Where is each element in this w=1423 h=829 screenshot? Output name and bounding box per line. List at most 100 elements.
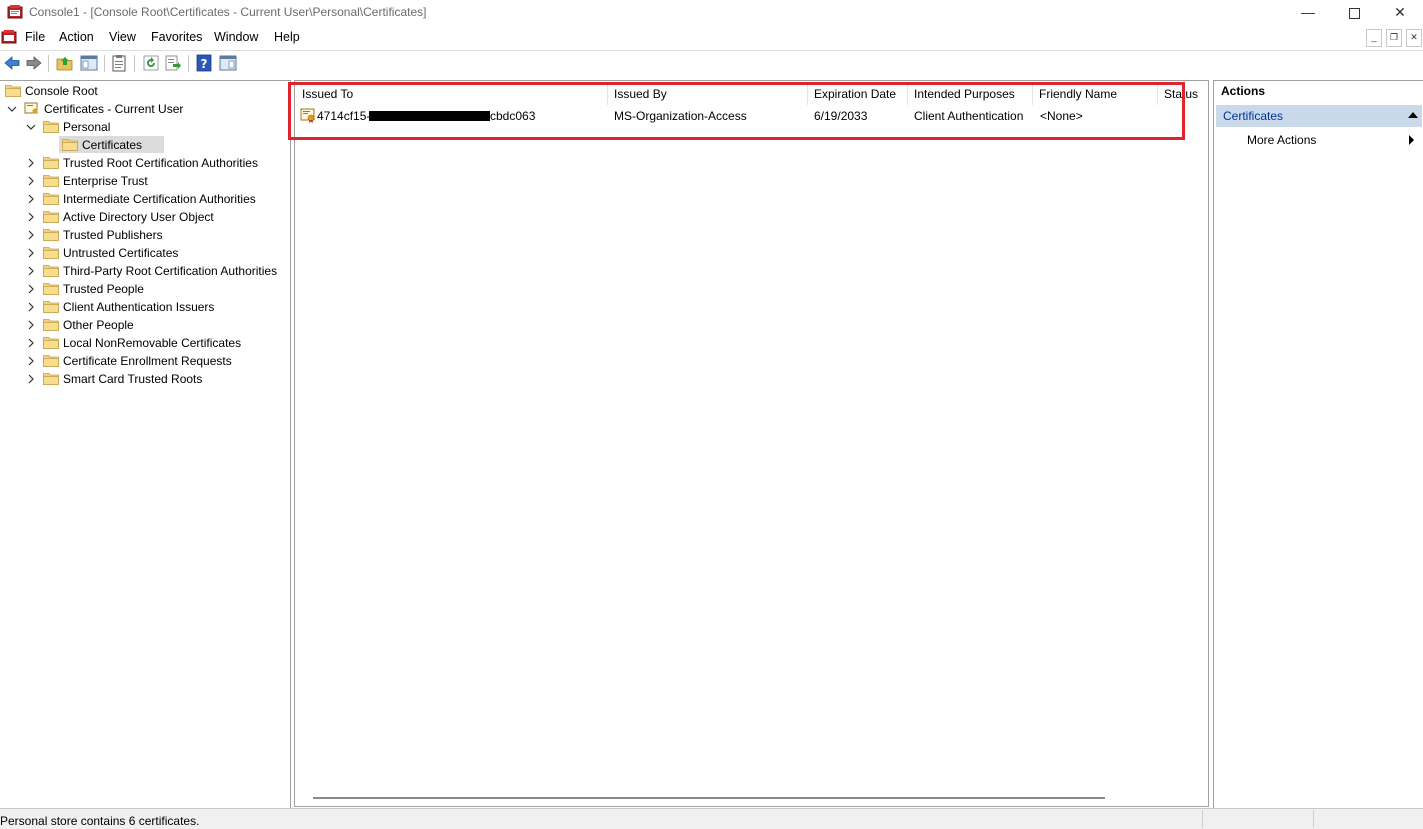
tree-item[interactable]: Console Root — [0, 82, 289, 100]
chevron-right-icon[interactable] — [26, 208, 36, 226]
back-icon[interactable] — [3, 54, 21, 72]
chevron-right-icon[interactable] — [26, 334, 36, 352]
chevron-right-icon[interactable] — [26, 352, 36, 370]
title-bar: Console1 - [Console Root\Certificates - … — [0, 0, 1423, 26]
folder-icon — [62, 139, 78, 151]
close-icon: ✕ — [1410, 32, 1418, 42]
tree-item-label: Certificates — [82, 138, 143, 152]
child-minimize-button[interactable]: _ — [1366, 29, 1382, 47]
menu-favorites[interactable]: Favorites — [151, 30, 202, 44]
tree-item-label: Trusted Publishers — [63, 228, 163, 242]
tree-item[interactable]: Certificates — [0, 136, 289, 154]
actions-section-certificates[interactable]: Certificates — [1216, 105, 1422, 127]
close-icon: ✕ — [1394, 4, 1406, 20]
show-hide-tree-icon[interactable] — [80, 54, 98, 72]
folder-icon — [43, 373, 59, 385]
tree-item[interactable]: Certificate Enrollment Requests — [0, 352, 289, 370]
chevron-right-icon[interactable] — [26, 190, 36, 208]
maximize-icon — [1348, 7, 1360, 19]
menu-window[interactable]: Window — [214, 30, 258, 44]
export-list-icon[interactable] — [110, 54, 128, 72]
tree-item-label: Personal — [63, 120, 111, 134]
tree-item[interactable]: Local NonRemovable Certificates — [0, 334, 289, 352]
tree-item[interactable]: Personal — [0, 118, 289, 136]
window-title: Console1 - [Console Root\Certificates - … — [29, 5, 427, 19]
tree-item[interactable]: Active Directory User Object — [0, 208, 289, 226]
console-tree-pane: Console Root Certificates - Current User P… — [0, 80, 291, 808]
toolbar-separator — [104, 55, 105, 72]
tree-item[interactable]: Certificates - Current User — [0, 100, 289, 118]
actions-title: Actions — [1221, 84, 1266, 98]
up-folder-icon[interactable] — [56, 54, 74, 72]
folder-icon — [43, 265, 59, 277]
toolbar: ? — [0, 50, 1423, 76]
tree-item-label: Certificate Enrollment Requests — [63, 354, 232, 368]
tree-item[interactable]: Smart Card Trusted Roots — [0, 370, 289, 388]
show-hide-action-pane-icon[interactable] — [219, 54, 237, 72]
tree-item-label: Intermediate Certification Authorities — [63, 192, 256, 206]
menu-help[interactable]: Help — [274, 30, 300, 44]
chevron-right-icon[interactable] — [26, 244, 36, 262]
tree-item[interactable]: Trusted Root Certification Authorities — [0, 154, 289, 172]
chevron-right-icon[interactable] — [26, 154, 36, 172]
child-restore-button[interactable]: ❐ — [1386, 29, 1402, 47]
tree-item[interactable]: Client Authentication Issuers — [0, 298, 289, 316]
svg-text:?: ? — [201, 57, 208, 71]
actions-pane: Actions Certificates More Actions — [1213, 80, 1423, 808]
help-icon[interactable]: ? — [195, 54, 213, 72]
status-divider — [1313, 810, 1314, 828]
status-divider — [1202, 810, 1203, 828]
horizontal-scrollbar[interactable] — [313, 797, 1105, 799]
minimize-icon: _ — [1371, 32, 1377, 42]
minimize-button[interactable]: — — [1285, 0, 1331, 26]
chevron-right-icon[interactable] — [26, 262, 36, 280]
tree-item-label: Local NonRemovable Certificates — [63, 336, 242, 350]
child-close-button[interactable]: ✕ — [1406, 29, 1422, 47]
folder-icon — [43, 211, 59, 223]
tree-item[interactable]: Enterprise Trust — [0, 172, 289, 190]
close-button[interactable]: ✕ — [1377, 0, 1423, 26]
refresh-icon[interactable] — [142, 54, 160, 72]
restore-icon: ❐ — [1389, 32, 1399, 42]
certificate-list-pane: Issued To Issued By Expiration Date Inte… — [288, 80, 1209, 807]
chevron-right-icon[interactable] — [26, 280, 36, 298]
tree-item-label: Console Root — [25, 84, 98, 98]
more-actions-item[interactable]: More Actions — [1247, 133, 1316, 147]
tree-item[interactable]: Trusted People — [0, 280, 289, 298]
certificates-snapin-icon — [24, 102, 38, 114]
chevron-down-icon[interactable] — [26, 118, 36, 136]
chevron-right-icon[interactable] — [26, 298, 36, 316]
tree-item[interactable]: Intermediate Certification Authorities — [0, 190, 289, 208]
chevron-down-icon[interactable] — [7, 100, 17, 118]
folder-icon — [43, 355, 59, 367]
menu-view[interactable]: View — [109, 30, 136, 44]
folder-icon — [43, 121, 59, 133]
console-document-icon[interactable] — [1, 29, 17, 45]
chevron-right-icon[interactable] — [26, 370, 36, 388]
tree-item[interactable]: Trusted Publishers — [0, 226, 289, 244]
toolbar-separator — [134, 55, 135, 72]
menu-action[interactable]: Action — [59, 30, 94, 44]
tree-item-label: Other People — [63, 318, 134, 332]
folder-icon — [43, 337, 59, 349]
chevron-right-icon[interactable] — [26, 172, 36, 190]
tree-item[interactable]: Untrusted Certificates — [0, 244, 289, 262]
menu-bar: File Action View Favorites Window Help — [0, 27, 1423, 49]
chevron-right-icon[interactable] — [26, 226, 36, 244]
status-text: Personal store contains 6 certificates. — [0, 814, 200, 828]
collapse-up-icon[interactable] — [1408, 112, 1418, 118]
menu-file[interactable]: File — [25, 30, 45, 44]
minimize-icon: — — [1301, 4, 1315, 20]
maximize-button[interactable] — [1331, 0, 1377, 26]
folder-icon — [43, 157, 59, 169]
tree-item-label: Client Authentication Issuers — [63, 300, 215, 314]
folder-icon — [43, 229, 59, 241]
export-icon[interactable] — [164, 54, 182, 72]
tree-item[interactable]: Third-Party Root Certification Authoriti… — [0, 262, 289, 280]
chevron-right-icon[interactable] — [26, 316, 36, 334]
tree-item[interactable]: Other People — [0, 316, 289, 334]
forward-icon[interactable] — [25, 54, 43, 72]
tree-item-label: Smart Card Trusted Roots — [63, 372, 203, 386]
tree-item-label: Untrusted Certificates — [63, 246, 179, 260]
actions-section-label: Certificates — [1223, 109, 1284, 123]
